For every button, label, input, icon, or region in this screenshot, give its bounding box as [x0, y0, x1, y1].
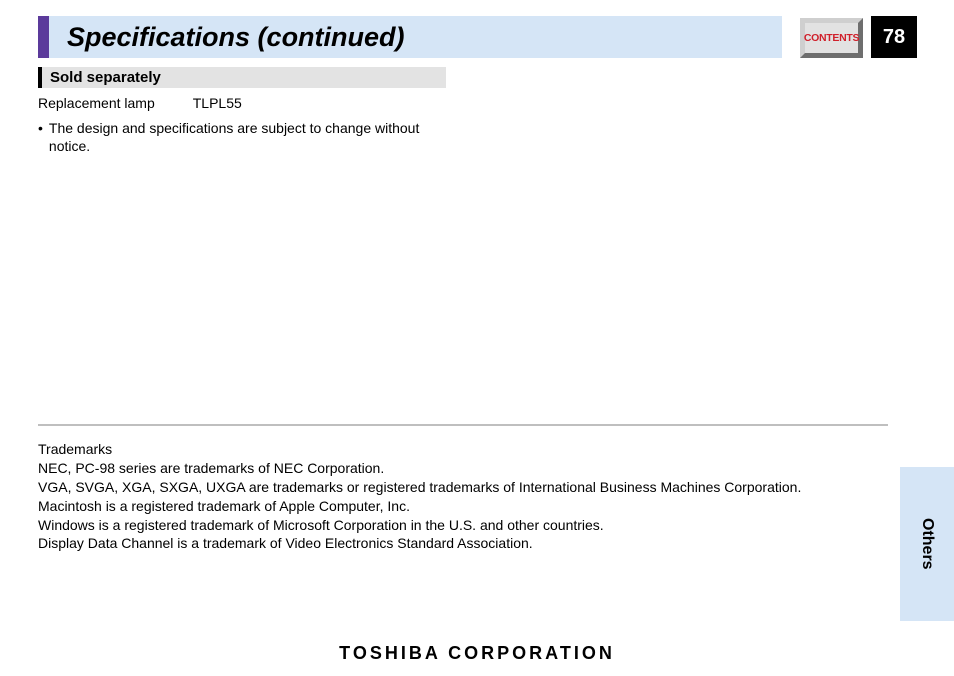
page-number-badge: 78: [871, 16, 917, 58]
spec-item-value: TLPL55: [193, 95, 242, 111]
trademarks-heading: Trademarks: [38, 440, 888, 459]
contents-button[interactable]: CONTENTS: [800, 18, 863, 58]
manual-page: Specifications (continued) CONTENTS 78 S…: [0, 0, 954, 676]
header-bar: Specifications (continued): [38, 16, 782, 58]
trademarks-line: Display Data Channel is a trademark of V…: [38, 534, 888, 553]
spec-item-label: Replacement lamp: [38, 95, 155, 111]
trademarks-line: NEC, PC-98 series are trademarks of NEC …: [38, 459, 888, 478]
trademarks-line: VGA, SVGA, XGA, SXGA, UXGA are trademark…: [38, 478, 888, 497]
footer-brand: TOSHIBA CORPORATION: [0, 643, 954, 664]
bullet-icon: •: [38, 120, 43, 155]
section-heading: Sold separately: [38, 67, 446, 88]
spec-row: Replacement lamp TLPL55: [38, 95, 242, 111]
page-number-value: 78: [883, 26, 905, 49]
section-divider: [38, 424, 888, 426]
trademarks-line: Windows is a registered trademark of Mic…: [38, 516, 888, 535]
design-note-text: The design and specifications are subjec…: [49, 120, 448, 155]
design-note: • The design and specifications are subj…: [38, 120, 448, 155]
side-tab-others[interactable]: Others: [900, 467, 954, 621]
trademarks-line: Macintosh is a registered trademark of A…: [38, 497, 888, 516]
side-tab-label: Others: [918, 518, 936, 570]
header-accent: [38, 16, 49, 58]
section-heading-text: Sold separately: [50, 69, 161, 86]
contents-button-label: CONTENTS: [804, 32, 859, 44]
footer-brand-text: TOSHIBA CORPORATION: [339, 643, 615, 663]
trademarks-block: Trademarks NEC, PC-98 series are tradema…: [38, 440, 888, 553]
page-title: Specifications (continued): [67, 22, 405, 53]
